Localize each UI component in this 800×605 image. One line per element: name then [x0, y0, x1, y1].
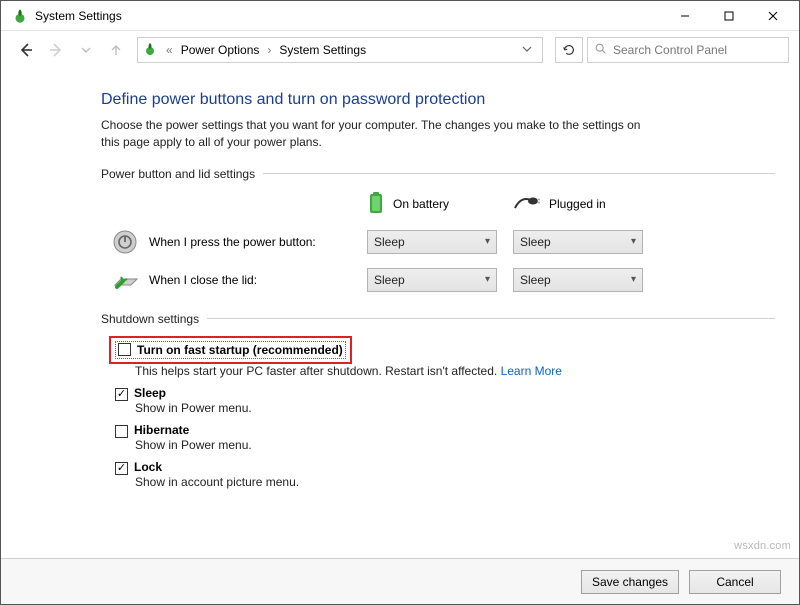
learn-more-link[interactable]: Learn More — [501, 364, 562, 378]
select-value: Sleep — [520, 273, 551, 287]
checkbox-hibernate[interactable] — [115, 425, 128, 438]
cancel-button[interactable]: Cancel — [689, 570, 781, 594]
footer-bar: Save changes Cancel — [1, 558, 799, 604]
row-press-power-button: When I press the power button: — [111, 228, 351, 256]
address-bar[interactable]: « Power Options › System Settings — [137, 37, 543, 63]
fast-startup-hint: This helps start your PC faster after sh… — [135, 364, 775, 378]
column-on-battery: On battery — [367, 191, 497, 218]
column-plugged-in: Plugged in — [513, 194, 643, 215]
chevron-right-icon: › — [265, 43, 273, 57]
divider — [263, 173, 775, 174]
checkbox-label: Sleep — [134, 386, 166, 400]
breadcrumb-root-chevrons[interactable]: « — [164, 43, 175, 57]
select-value: Sleep — [520, 235, 551, 249]
power-settings-grid: On battery Plugged in When I press th — [111, 191, 775, 294]
chevron-down-icon: ▾ — [485, 236, 490, 247]
chevron-down-icon: ▾ — [631, 274, 636, 285]
row-close-lid: When I close the lid: — [111, 266, 351, 294]
lock-hint: Show in account picture menu. — [135, 475, 775, 489]
section-label: Shutdown settings — [101, 312, 199, 326]
select-close-lid-plugged[interactable]: Sleep ▾ — [513, 268, 643, 292]
window-title: System Settings — [35, 9, 122, 23]
chevron-down-icon: ▾ — [631, 236, 636, 247]
section-shutdown-settings: Shutdown settings Turn on fast startup (… — [101, 312, 775, 489]
breadcrumb-item-power-options[interactable]: Power Options — [181, 43, 260, 57]
window-titlebar: System Settings — [1, 1, 799, 31]
checkbox-label: Turn on fast startup (recommended) — [137, 343, 343, 357]
checkbox-label: Lock — [134, 460, 162, 474]
power-button-icon — [111, 228, 139, 256]
column-label: Plugged in — [549, 197, 606, 211]
checkbox-fast-startup[interactable] — [118, 343, 131, 356]
save-changes-button[interactable]: Save changes — [581, 570, 679, 594]
page-content: Define power buttons and turn on passwor… — [1, 69, 799, 489]
sleep-hint: Show in Power menu. — [135, 401, 775, 415]
breadcrumb-item-system-settings[interactable]: System Settings — [279, 43, 366, 57]
select-close-lid-battery[interactable]: Sleep ▾ — [367, 268, 497, 292]
section-power-button-lid: Power button and lid settings — [101, 167, 775, 181]
plug-icon — [513, 194, 541, 215]
search-icon — [594, 42, 607, 58]
hibernate-hint: Show in Power menu. — [135, 438, 775, 452]
chevron-down-icon: ▾ — [485, 274, 490, 285]
select-press-power-plugged[interactable]: Sleep ▾ — [513, 230, 643, 254]
search-input[interactable]: Search Control Panel — [587, 37, 789, 63]
column-label: On battery — [393, 197, 449, 211]
close-button[interactable] — [751, 1, 795, 31]
navigation-bar: « Power Options › System Settings Search… — [1, 31, 799, 69]
fast-startup-highlight: Turn on fast startup (recommended) — [109, 336, 352, 364]
back-button[interactable] — [13, 37, 39, 63]
up-button[interactable] — [103, 37, 129, 63]
select-press-power-battery[interactable]: Sleep ▾ — [367, 230, 497, 254]
checkbox-sleep[interactable] — [115, 388, 128, 401]
row-label: When I press the power button: — [149, 235, 316, 249]
breadcrumb: « Power Options › System Settings — [164, 43, 366, 57]
page-intro: Choose the power settings that you want … — [101, 117, 661, 151]
forward-button[interactable] — [43, 37, 69, 63]
history-dropdown[interactable] — [73, 37, 99, 63]
battery-icon — [367, 191, 385, 218]
location-icon — [142, 41, 158, 60]
maximize-button[interactable] — [707, 1, 751, 31]
checkbox-label: Hibernate — [134, 423, 189, 437]
select-value: Sleep — [374, 273, 405, 287]
row-label: When I close the lid: — [149, 273, 257, 287]
checkbox-lock[interactable] — [115, 462, 128, 475]
divider — [207, 318, 775, 319]
address-dropdown-icon[interactable] — [516, 43, 538, 57]
refresh-button[interactable] — [555, 37, 583, 63]
app-icon — [11, 7, 29, 25]
search-placeholder: Search Control Panel — [613, 43, 727, 57]
minimize-button[interactable] — [663, 1, 707, 31]
page-heading: Define power buttons and turn on passwor… — [101, 91, 775, 109]
section-label: Power button and lid settings — [101, 167, 255, 181]
watermark-text: wsxdn.com — [734, 540, 791, 552]
select-value: Sleep — [374, 235, 405, 249]
lid-icon — [111, 266, 139, 294]
